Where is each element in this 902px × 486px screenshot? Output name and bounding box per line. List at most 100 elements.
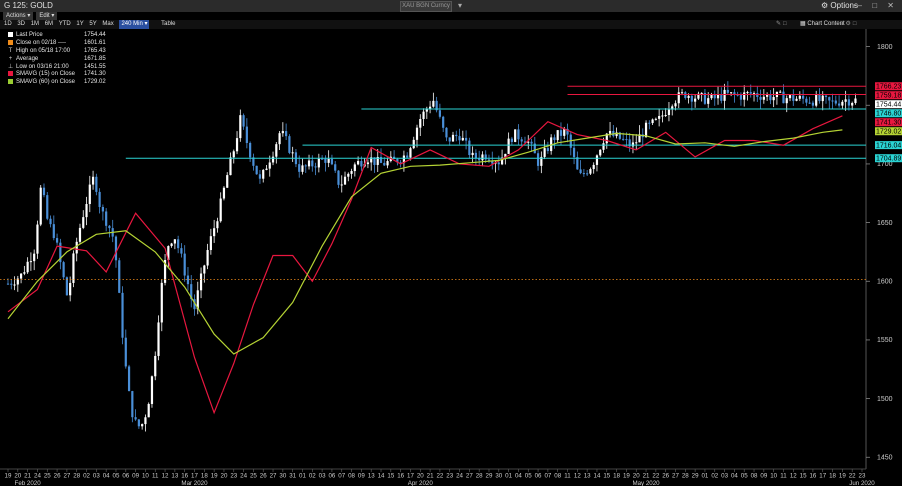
candle-body	[173, 239, 176, 244]
options-button[interactable]: ⚙ Options	[821, 0, 858, 12]
x-tick-label: 01	[701, 473, 708, 480]
gear-icon: ⚙	[821, 1, 829, 10]
chart-content-button[interactable]: ▦ Chart Content	[800, 20, 845, 29]
candle-body	[327, 158, 330, 163]
x-tick-label: 17	[407, 473, 414, 480]
candle-body	[811, 102, 815, 106]
candle-body	[105, 211, 108, 226]
candle-body	[713, 94, 716, 99]
chart-legend: Last Price 1754.44 Close on 02/18 ---- 160…	[8, 32, 111, 87]
candle-body	[802, 95, 805, 99]
candle-body	[805, 98, 808, 103]
range-1y[interactable]: 1Y	[76, 20, 83, 29]
candle-body	[576, 157, 579, 170]
candle-body	[42, 187, 46, 196]
candle-body	[78, 227, 82, 242]
candle-body	[687, 95, 690, 98]
candle-body	[743, 92, 746, 100]
range-1d[interactable]: 1D	[4, 20, 12, 29]
candle-body	[654, 118, 657, 120]
x-tick-label: 22	[436, 473, 443, 480]
x-tick-label: 19	[5, 473, 12, 480]
candle-body	[340, 184, 343, 186]
range-max[interactable]: Max	[102, 20, 113, 29]
candle-body	[795, 98, 798, 101]
x-tick-label: 16	[397, 473, 404, 480]
x-tick-label: 27	[270, 473, 277, 480]
dropdown-chevron-icon[interactable]: ▾	[458, 0, 462, 12]
candle-body	[730, 92, 733, 94]
x-tick-label: 13	[171, 473, 178, 480]
candle-body	[75, 241, 78, 254]
candle-body	[723, 89, 726, 101]
candle-body	[226, 175, 229, 188]
candle-body	[219, 198, 222, 222]
candle-body	[307, 160, 311, 167]
chart-settings-icons[interactable]: ≡⚙□	[840, 20, 859, 29]
legend-swatch	[8, 71, 13, 77]
candle-body	[684, 92, 687, 98]
candle-body	[442, 116, 445, 128]
candle-body	[157, 322, 160, 356]
month-label: Mar 2020	[181, 480, 208, 486]
range-5y[interactable]: 5Y	[89, 20, 96, 29]
x-tick-label: 12	[162, 473, 169, 480]
candle-body	[824, 95, 828, 98]
candle-body	[91, 176, 95, 185]
candle-body	[36, 224, 39, 254]
candle-body	[854, 98, 857, 103]
candle-body	[769, 94, 772, 101]
range-6m[interactable]: 6M	[45, 20, 53, 29]
x-tick-label: 26	[260, 473, 267, 480]
window-controls[interactable]: — □ ✕	[854, 0, 898, 12]
x-tick-label: 09	[132, 473, 139, 480]
candle-body	[589, 169, 592, 174]
candle-body	[792, 95, 795, 101]
range-ytd[interactable]: YTD	[59, 20, 71, 29]
candle-body	[651, 119, 654, 124]
candle-body	[46, 195, 49, 219]
x-tick-label: 29	[692, 473, 699, 480]
candle-body	[579, 169, 582, 174]
security-search-input[interactable]: XAU BGN Curncy	[400, 1, 452, 12]
candle-body	[841, 101, 844, 106]
price-chart[interactable]: 145015001550160016501700175018001766.231…	[0, 29, 902, 486]
candle-body	[464, 137, 468, 141]
candle-body	[213, 228, 216, 237]
x-tick-label: 03	[319, 473, 326, 480]
candle-body	[13, 284, 16, 286]
candle-body	[311, 160, 314, 167]
y-tick-label: 1550	[877, 337, 893, 344]
x-tick-label: 14	[378, 473, 385, 480]
menu-edit[interactable]: Edit ▾	[36, 12, 58, 20]
candle-body	[808, 102, 811, 104]
range-3d[interactable]: 3D	[17, 20, 25, 29]
candle-body	[412, 139, 415, 149]
candle-body	[700, 92, 703, 94]
candle-body	[514, 129, 517, 142]
range-1m[interactable]: 1M	[31, 20, 39, 29]
candle-body	[507, 138, 510, 154]
candle-body	[69, 282, 72, 296]
x-tick-label: 17	[191, 473, 198, 480]
candle-body	[26, 261, 29, 273]
legend-prev-close: Close on 02/18 ---- 1601.61	[8, 39, 111, 48]
menu-actions[interactable]: Actions ▾	[3, 12, 34, 20]
x-tick-label: 10	[770, 473, 777, 480]
x-tick-label: 14	[594, 473, 601, 480]
candle-body	[330, 158, 334, 165]
interval-dropdown[interactable]: 240 Min ▾	[119, 20, 150, 29]
chart-toolbar: 1D 3D 1M 6M YTD 1Y 5Y Max 240 Min ▾ Tabl…	[0, 20, 902, 29]
candle-body	[762, 96, 765, 100]
window-title: G 125: GOLD	[4, 1, 53, 10]
candle-body	[203, 265, 206, 274]
legend-last-price: Last Price 1754.44	[8, 32, 111, 40]
candle-body	[265, 168, 268, 170]
table-button[interactable]: Table	[161, 20, 175, 29]
candle-body	[118, 260, 121, 293]
toolbar-tool-icons[interactable]: ✎□	[776, 20, 789, 29]
x-tick-label: 18	[613, 473, 620, 480]
candle-body	[484, 154, 487, 160]
candle-body	[664, 114, 667, 116]
candle-body	[772, 96, 775, 101]
